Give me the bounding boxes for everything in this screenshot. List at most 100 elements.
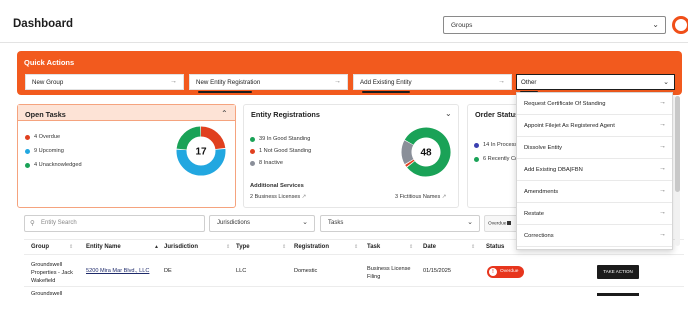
add-existing-entity-label: Add Existing Entity (360, 79, 412, 86)
fictitious-names-label: 3 Fictitious Names (395, 194, 441, 200)
menu-scrollbar-thumb[interactable] (675, 96, 680, 192)
entity-registrations-card: Entity Registrations ⌄ 39 In Good Standi… (243, 104, 459, 208)
menu-item-corrections[interactable]: Corrections → (517, 225, 672, 247)
take-action-button[interactable]: TAKE ACTION (597, 265, 639, 279)
column-header-status[interactable]: Status (486, 244, 504, 250)
open-tasks-card: Open Tasks ⌃ 4 Overdue 9 Upcoming 4 Unac… (17, 104, 236, 208)
arrow-right-icon: → (170, 78, 177, 85)
arrow-right-icon: → (659, 231, 666, 238)
legend-dot (250, 160, 255, 166)
external-arrow-icon: ↗ (301, 194, 307, 200)
sort-icon[interactable]: ⇕ (409, 244, 413, 250)
sort-icon[interactable]: ⇕ (354, 244, 358, 250)
fictitious-names-link[interactable]: 3 Fictitious Names ↗ (395, 194, 446, 200)
chevron-down-icon: ⌄ (652, 20, 659, 29)
open-tasks-donut: 17 (176, 126, 226, 176)
new-entity-registration-button[interactable]: New Entity Registration → (189, 74, 348, 90)
menu-item-dissolve-entity[interactable]: Dissolve Entity → (517, 137, 672, 159)
legend-overdue: 4 Overdue (25, 134, 60, 140)
search-icon: ⚲ (30, 220, 35, 227)
column-header-group[interactable]: Group (31, 244, 49, 250)
chevron-down-icon: ⌄ (302, 219, 308, 226)
cell-date: 01/15/2025 (423, 268, 451, 274)
other-actions-select[interactable]: Other ⌄ (516, 74, 675, 90)
cell-group: Groundswell (31, 291, 63, 297)
legend-dot (250, 148, 255, 154)
menu-item-restate[interactable]: Restate → (517, 203, 672, 225)
business-licenses-label: 2 Business Licenses (250, 194, 301, 200)
sort-icon[interactable]: ⇕ (471, 244, 475, 250)
menu-scrollbar[interactable] (675, 96, 680, 246)
entity-registrations-title: Entity Registrations (251, 110, 320, 119)
entity-name-link[interactable]: 5200 Mira Mar Blvd., LLC (86, 268, 149, 274)
open-tasks-title: Open Tasks (25, 110, 66, 119)
new-entity-registration-label: New Entity Registration (196, 79, 261, 86)
column-header-task[interactable]: Task (367, 244, 380, 250)
menu-item-label: Request Certificate Of Standing (524, 101, 606, 107)
sort-icon[interactable]: ⇕ (282, 244, 286, 250)
arrow-right-icon: → (659, 99, 666, 106)
cell-group: Groundswell Properties - Jack Wakefield (31, 262, 73, 284)
order-status-title: Order Status (475, 110, 520, 119)
menu-item-appoint-registered-agent[interactable]: Appoint Filejet As Registered Agent → (517, 115, 672, 137)
entity-registrations-total: 48 (420, 148, 432, 159)
menu-item-request-certificate[interactable]: Request Certificate Of Standing → (517, 93, 672, 115)
focus-underline (198, 91, 252, 93)
groups-select[interactable]: Groups ⌄ (443, 16, 666, 34)
sort-icon[interactable]: ⇕ (69, 244, 73, 250)
menu-item-amendments[interactable]: Amendments → (517, 181, 672, 203)
entity-search-input[interactable]: ⚲ Entity Search (24, 215, 205, 232)
status-label: Overdue (500, 269, 519, 274)
overdue-filter-chip[interactable]: Overdue (484, 215, 518, 232)
open-tasks-header[interactable]: Open Tasks ⌃ (18, 105, 235, 121)
column-header-type[interactable]: Type (236, 244, 250, 250)
column-header-registration[interactable]: Registration (294, 244, 329, 250)
column-header-date[interactable]: Date (423, 244, 436, 250)
legend-label: 9 Upcoming (34, 148, 64, 154)
chevron-up-icon[interactable]: ⌃ (221, 109, 228, 118)
entity-registrations-donut: 48 (401, 127, 451, 177)
column-header-entity-name[interactable]: Entity Name (86, 244, 121, 250)
tasks-select[interactable]: Tasks ⌄ (320, 215, 480, 232)
column-header-jurisdiction[interactable]: Jurisdiction (164, 244, 198, 250)
sort-icon[interactable]: ⇕ (226, 244, 230, 250)
additional-services-title: Additional Services (250, 183, 304, 189)
overdue-chip-label: Overdue (488, 221, 507, 227)
legend-dot (474, 142, 479, 148)
menu-item-label: Corrections (524, 233, 554, 239)
menu-item-add-existing-dba[interactable]: Add Existing DBA|FBN → (517, 159, 672, 181)
chevron-down-icon: ⌄ (467, 219, 473, 226)
arrow-right-icon: → (659, 143, 666, 150)
arrow-right-icon: → (659, 121, 666, 128)
external-arrow-icon: ↗ (441, 194, 447, 200)
legend-recently-completed: 6 Recently Co (474, 156, 518, 162)
legend-label: 39 In Good Standing (259, 136, 311, 142)
quick-actions-panel: Quick Actions New Group → New Entity Reg… (17, 51, 682, 95)
legend-unacknowledged: 4 Unacknowledged (25, 162, 82, 168)
avatar[interactable] (672, 16, 688, 34)
new-group-label: New Group (32, 79, 64, 86)
menu-item-label: Dissolve Entity (524, 145, 563, 151)
close-icon[interactable] (507, 221, 512, 225)
chevron-down-icon[interactable]: ⌄ (445, 109, 452, 118)
arrow-right-icon: → (659, 165, 666, 172)
cell-type: LLC (236, 268, 247, 274)
add-existing-entity-button[interactable]: Add Existing Entity → (353, 74, 512, 90)
sort-asc-icon[interactable]: ▲ (154, 244, 159, 250)
business-licenses-link[interactable]: 2 Business Licenses ↗ (250, 194, 306, 200)
tasks-label: Tasks (328, 220, 344, 226)
legend-upcoming: 9 Upcoming (25, 148, 64, 154)
quick-actions-title: Quick Actions (24, 58, 75, 67)
legend-dot (25, 148, 30, 154)
take-action-button-partial[interactable] (597, 293, 639, 296)
chevron-down-icon: ⌄ (663, 79, 669, 86)
arrow-right-icon: → (659, 209, 666, 216)
menu-item-label: Add Existing DBA|FBN (524, 167, 583, 173)
entity-search-placeholder: Entity Search (41, 220, 77, 226)
jurisdictions-select[interactable]: Jurisdictions ⌄ (209, 215, 315, 232)
legend-dot (25, 134, 30, 140)
new-group-button[interactable]: New Group → (25, 74, 184, 90)
other-actions-label: Other (521, 79, 537, 86)
open-tasks-total: 17 (195, 147, 207, 158)
legend-label: 8 Inactive (259, 160, 283, 166)
